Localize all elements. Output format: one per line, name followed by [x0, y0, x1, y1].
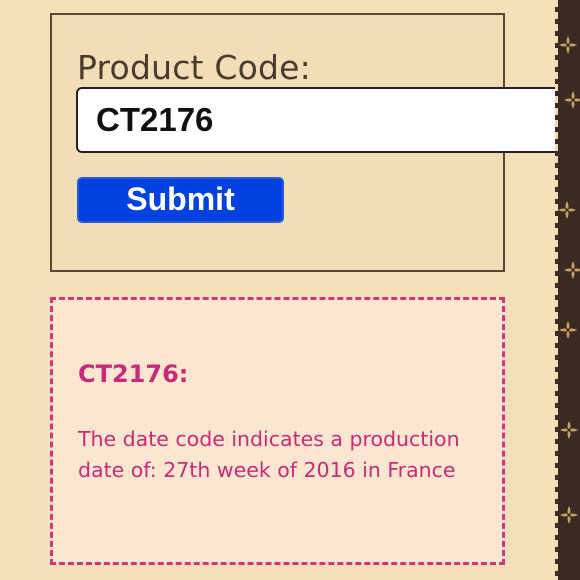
product-code-label: Product Code: — [77, 48, 311, 87]
result-panel: CT2176: The date code indicates a produc… — [50, 297, 505, 565]
submit-button[interactable]: Submit — [77, 177, 284, 223]
decorative-side-strip — [555, 0, 580, 580]
result-code-heading: CT2176: — [78, 360, 189, 388]
product-code-input[interactable] — [76, 87, 580, 153]
monogram-flower-icon — [558, 36, 580, 524]
page: Product Code: Submit CT2176: The date co… — [0, 0, 580, 580]
result-message: The date code indicates a production dat… — [78, 427, 460, 482]
product-code-form: Product Code: Submit — [50, 13, 580, 272]
